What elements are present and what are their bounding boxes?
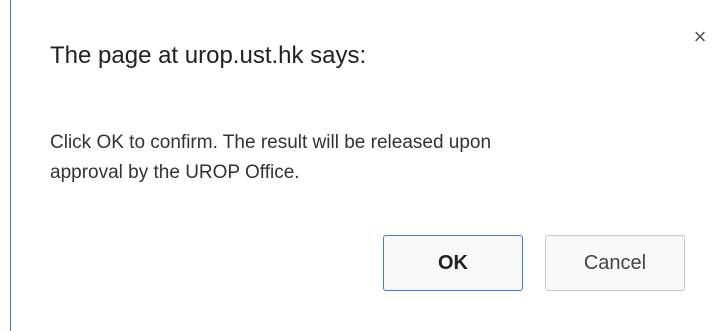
dialog-message: Click OK to confirm. The result will be …: [50, 128, 670, 188]
dialog-left-border: [10, 0, 11, 331]
ok-button[interactable]: OK: [383, 235, 523, 291]
dialog-message-line-1: Click OK to confirm. The result will be …: [50, 132, 492, 153]
dialog-message-line-2: approval by the UROP Office.: [50, 162, 300, 183]
cancel-button[interactable]: Cancel: [545, 235, 685, 291]
close-icon[interactable]: ×: [690, 26, 710, 48]
confirm-dialog: The page at urop.ust.hk says: × Click OK…: [0, 0, 718, 331]
dialog-title: The page at urop.ust.hk says:: [50, 42, 367, 69]
